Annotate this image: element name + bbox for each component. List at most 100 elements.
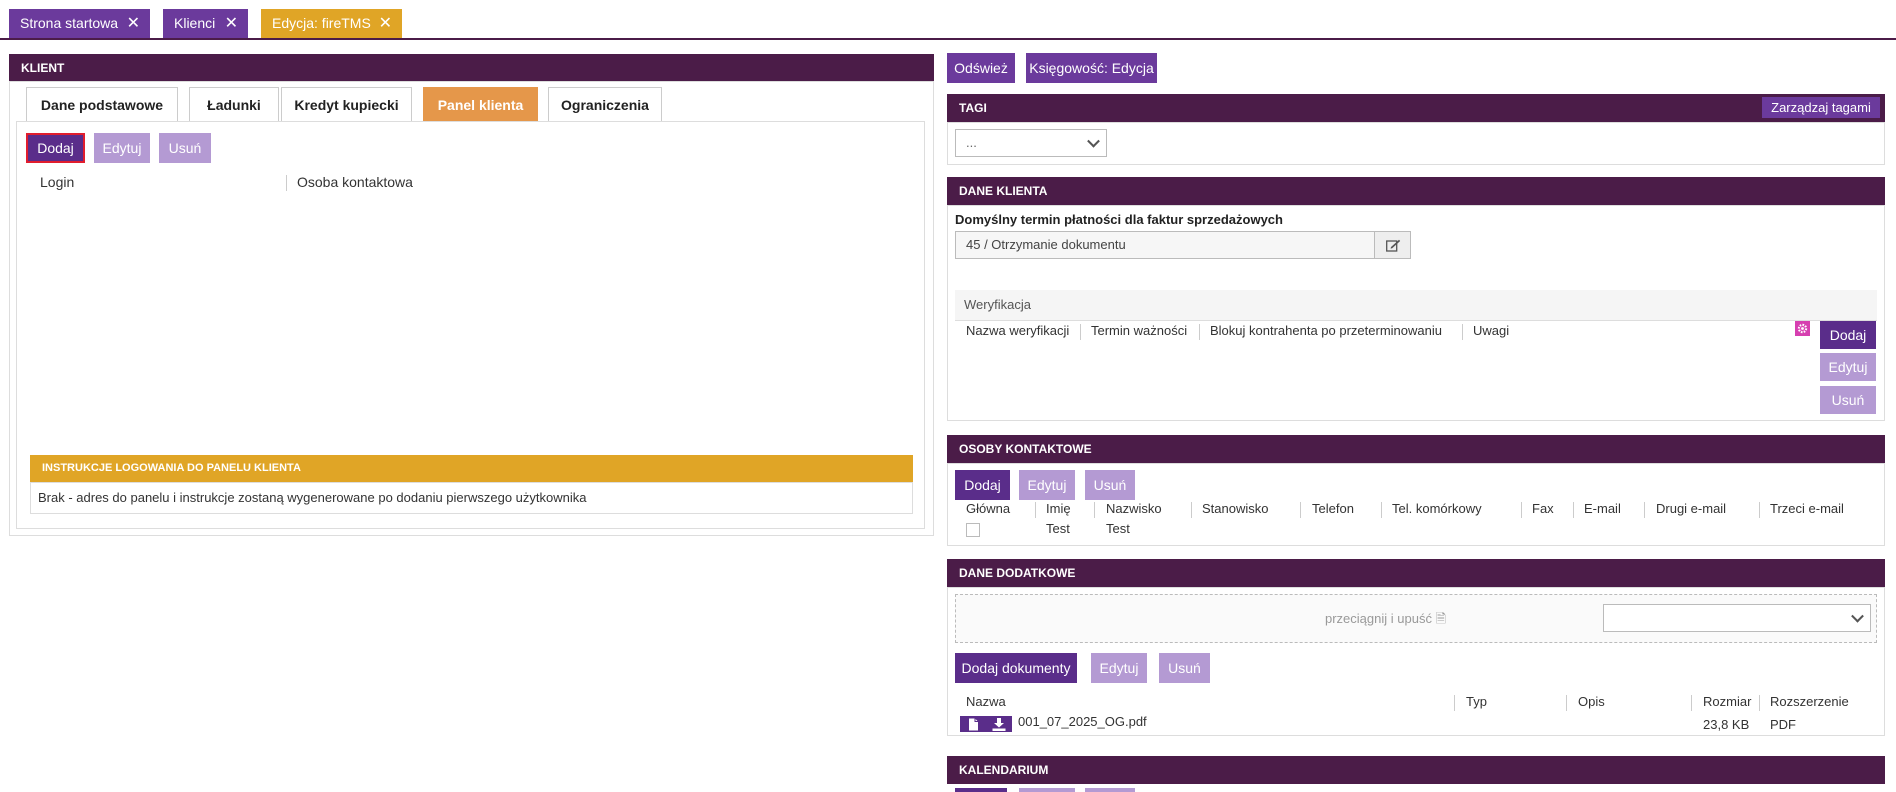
- column-divider: [1644, 502, 1645, 518]
- edit-icon: [1386, 239, 1401, 252]
- contact-add-button[interactable]: Dodaj: [955, 470, 1010, 500]
- verification-col-block[interactable]: Blokuj kontrahenta po przeterminowaniu: [1210, 323, 1442, 338]
- column-divider: [1199, 324, 1200, 340]
- accounting-edit-button[interactable]: Księgowość: Edycja: [1026, 53, 1157, 83]
- document-edit-button[interactable]: Edytuj: [1091, 653, 1147, 683]
- client-header: KLIENT: [9, 54, 934, 81]
- close-icon[interactable]: ✕: [127, 9, 140, 38]
- column-divider: [1191, 502, 1192, 518]
- chevron-down-icon: [1851, 609, 1864, 623]
- gear-icon: [1797, 323, 1808, 334]
- add-documents-button[interactable]: Dodaj dokumenty: [955, 653, 1077, 683]
- divider: [955, 320, 1877, 321]
- document-icon[interactable]: [968, 718, 979, 731]
- close-icon[interactable]: ✕: [379, 9, 392, 38]
- contacts-col-fax[interactable]: Fax: [1532, 501, 1554, 516]
- contact-edit-button[interactable]: Edytuj: [1019, 470, 1075, 500]
- files-col-size[interactable]: Rozmiar: [1703, 694, 1751, 709]
- payment-term-label: Domyślny termin płatności dla faktur spr…: [955, 212, 1283, 227]
- column-divider: [1573, 502, 1574, 518]
- instructions-header: INSTRUKCJE LOGOWANIA DO PANELU KLIENTA: [30, 455, 913, 482]
- file-name[interactable]: 001_07_2025_OG.pdf: [1018, 714, 1147, 729]
- contacts-col-phone[interactable]: Telefon: [1312, 501, 1354, 516]
- files-col-extension[interactable]: Rozszerzenie: [1770, 694, 1849, 709]
- additional-data-header: DANE DODATKOWE: [947, 559, 1885, 587]
- download-icon[interactable]: [992, 718, 1006, 731]
- file-actions: [960, 716, 1012, 732]
- verification-edit-button[interactable]: Edytuj: [1820, 353, 1876, 381]
- contacts-header: OSOBY KONTAKTOWE: [947, 435, 1885, 463]
- tags-select-value: ...: [966, 135, 977, 150]
- add-button[interactable]: Dodaj: [26, 133, 85, 163]
- calendar-button-partial[interactable]: [1085, 788, 1135, 792]
- chevron-down-icon: [1087, 134, 1100, 148]
- payment-term-value: 45 / Otrzymanie dokumentu: [966, 237, 1126, 252]
- calendar-button-partial[interactable]: [1019, 788, 1075, 792]
- column-divider: [1759, 502, 1760, 518]
- files-col-description[interactable]: Opis: [1578, 694, 1605, 709]
- tab-kredyt-kupiecki[interactable]: Kredyt kupiecki: [281, 87, 412, 121]
- instructions-text: Brak - adres do panelu i instrukcje zost…: [38, 490, 587, 505]
- verification-delete-button[interactable]: Usuń: [1820, 386, 1876, 414]
- document-type-select[interactable]: [1603, 604, 1871, 632]
- contacts-col-email2[interactable]: Drugi e-mail: [1656, 501, 1726, 516]
- verification-add-button[interactable]: Dodaj: [1820, 321, 1876, 349]
- verification-col-expiry[interactable]: Termin ważności: [1091, 323, 1187, 338]
- column-divider: [1094, 502, 1095, 518]
- column-divider: [1521, 502, 1522, 518]
- dropzone-text: przeciągnij i upuść 🗎: [1325, 610, 1446, 632]
- column-login[interactable]: Login: [40, 174, 74, 190]
- verification-col-notes[interactable]: Uwagi: [1473, 323, 1509, 338]
- contacts-col-first-name[interactable]: Imię: [1046, 501, 1071, 516]
- tab-dane-podstawowe[interactable]: Dane podstawowe: [26, 87, 178, 121]
- column-divider: [1462, 324, 1463, 340]
- column-divider: [1759, 695, 1760, 711]
- column-divider: [1300, 502, 1301, 518]
- tab-ograniczenia[interactable]: Ograniczenia: [548, 87, 662, 121]
- tab-klienci[interactable]: Klienci ✕: [163, 9, 248, 38]
- column-contact-person[interactable]: Osoba kontaktowa: [297, 174, 413, 190]
- contacts-col-position[interactable]: Stanowisko: [1202, 501, 1268, 516]
- manage-tags-button[interactable]: Zarządzaj tagami: [1762, 97, 1880, 118]
- calendar-button-partial[interactable]: [955, 788, 1007, 792]
- calendar-header: KALENDARIUM: [947, 756, 1885, 784]
- document-delete-button[interactable]: Usuń: [1159, 653, 1210, 683]
- contact-main-checkbox[interactable]: [966, 523, 980, 537]
- edit-button[interactable]: Edytuj: [94, 133, 150, 163]
- refresh-button[interactable]: Odśwież: [947, 53, 1015, 83]
- top-tab-bar: Strona startowa ✕ Klienci ✕ Edycja: fire…: [0, 0, 1896, 40]
- dropzone-label: przeciągnij i upuść: [1325, 611, 1432, 626]
- tab-ladunki[interactable]: Ładunki: [189, 87, 279, 121]
- edit-payment-term-button[interactable]: [1374, 231, 1411, 259]
- close-icon[interactable]: ✕: [225, 9, 238, 38]
- tab-strona-startowa[interactable]: Strona startowa ✕: [9, 9, 150, 38]
- verification-bar: [955, 290, 1877, 320]
- contact-first-name: Test: [1046, 521, 1070, 536]
- contacts-col-last-name[interactable]: Nazwisko: [1106, 501, 1162, 516]
- tab-label: Edycja: fireTMS: [272, 15, 371, 31]
- file-size: 23,8 KB: [1703, 717, 1750, 732]
- verification-col-name[interactable]: Nazwa weryfikacji: [966, 323, 1069, 338]
- contacts-col-email3[interactable]: Trzeci e-mail: [1770, 501, 1844, 516]
- tab-edycja-firetms[interactable]: Edycja: fireTMS ✕: [261, 9, 402, 38]
- column-divider: [1080, 324, 1081, 340]
- file-icon: 🗎: [1435, 611, 1447, 626]
- settings-gear-icon[interactable]: [1795, 321, 1810, 336]
- contacts-col-email[interactable]: E-mail: [1584, 501, 1621, 516]
- files-col-name[interactable]: Nazwa: [966, 694, 1006, 709]
- file-extension: PDF: [1770, 717, 1796, 732]
- verification-title: Weryfikacja: [964, 297, 1031, 312]
- column-divider: [1454, 695, 1455, 711]
- tags-select[interactable]: ...: [955, 129, 1107, 157]
- contacts-col-mobile[interactable]: Tel. komórkowy: [1392, 501, 1482, 516]
- payment-term-field[interactable]: 45 / Otrzymanie dokumentu: [955, 231, 1375, 259]
- column-divider: [1381, 502, 1382, 518]
- tags-header: TAGI: [947, 94, 1885, 122]
- files-col-type[interactable]: Typ: [1466, 694, 1487, 709]
- tab-panel-klienta[interactable]: Panel klienta: [423, 87, 538, 121]
- tab-label: Strona startowa: [20, 15, 119, 31]
- contact-delete-button[interactable]: Usuń: [1085, 470, 1135, 500]
- delete-button[interactable]: Usuń: [159, 133, 211, 163]
- contacts-col-main[interactable]: Główna: [966, 501, 1010, 516]
- client-data-header: DANE KLIENTA: [947, 177, 1885, 205]
